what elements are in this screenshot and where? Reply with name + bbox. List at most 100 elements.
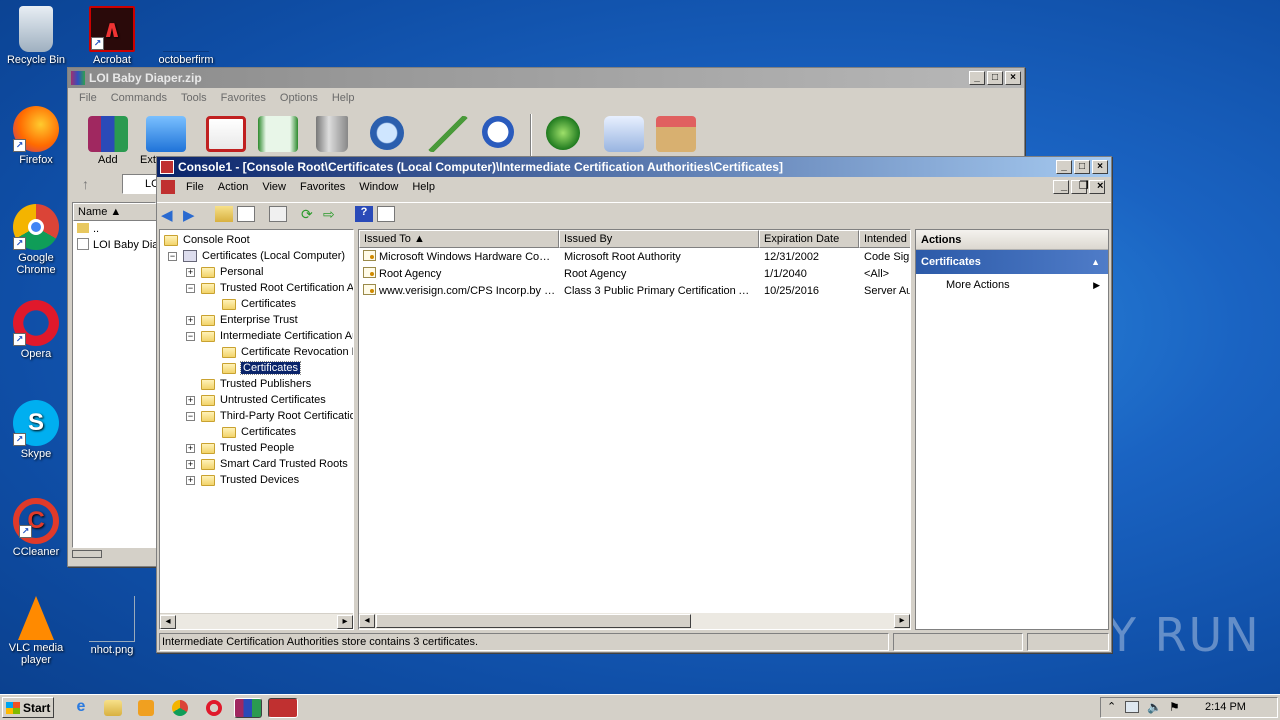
menu-file[interactable]: File (72, 92, 104, 104)
column-name-header[interactable]: Name ▲ (73, 203, 157, 221)
collapse-icon[interactable]: − (186, 411, 195, 421)
wizard-icon[interactable] (428, 116, 468, 152)
explorer-icon[interactable] (104, 700, 122, 716)
refresh-icon[interactable]: ⟳ (301, 206, 319, 222)
menu-file[interactable]: File (179, 181, 211, 193)
up-folder-button[interactable]: ↑ (82, 176, 89, 192)
child-minimize-button[interactable]: _ (1053, 180, 1069, 194)
more-actions-item[interactable]: More Actions ▶ (916, 274, 1108, 296)
desktop-icon-acrobat[interactable]: ∧ ↗ Acrobat (76, 6, 148, 66)
clock[interactable]: 2:14 PM (1205, 701, 1246, 713)
collapse-icon[interactable]: − (186, 283, 195, 293)
ie-icon[interactable]: e (70, 698, 92, 718)
up-level-icon[interactable] (215, 206, 233, 222)
forward-arrow-icon[interactable]: ▶ (183, 206, 201, 224)
file-row[interactable]: LOI Baby Dia (77, 237, 158, 254)
sfx-icon[interactable] (656, 116, 696, 152)
volume-icon[interactable]: 🔈 (1147, 700, 1162, 714)
expand-icon[interactable]: + (186, 459, 195, 469)
add-button-label[interactable]: Add (98, 154, 118, 166)
tree-item[interactable]: Certificates (222, 360, 302, 376)
tree-item[interactable]: + Trusted People (186, 440, 294, 456)
menu-help[interactable]: Help (325, 92, 362, 104)
menu-action[interactable]: Action (211, 181, 256, 193)
tree-item[interactable]: + Smart Card Trusted Roots (186, 456, 348, 472)
scroll-left-arrow[interactable]: ◂ (160, 615, 176, 629)
child-close-button[interactable]: × (1089, 180, 1105, 194)
desktop-icon-skype[interactable]: S ↗ Skype (0, 400, 72, 460)
column-expiration-date[interactable]: Expiration Date (759, 230, 859, 248)
tree-item[interactable]: Certificates (222, 424, 296, 440)
tree-item[interactable]: Certificate Revocation List (222, 344, 353, 360)
desktop-icon-firefox[interactable]: ↗ Firefox (0, 106, 72, 166)
extract-folder-icon[interactable] (146, 116, 186, 152)
expand-icon[interactable]: + (186, 475, 195, 485)
desktop-icon-chrome[interactable]: ↗ Google Chrome (0, 204, 72, 276)
action-pane-icon[interactable] (377, 206, 395, 222)
extract-button-label[interactable]: Ext (140, 154, 156, 166)
collapse-icon[interactable]: − (168, 251, 177, 261)
opera-taskbar-icon[interactable] (206, 700, 222, 716)
network-icon[interactable] (1125, 701, 1139, 713)
close-button[interactable]: × (1092, 160, 1108, 174)
tree-item[interactable]: Trusted Publishers (186, 376, 311, 392)
cert-row-issued-to[interactable]: www.verisign.com/CPS Incorp.by Ref. (363, 283, 557, 300)
menu-window[interactable]: Window (352, 181, 405, 193)
minimize-button[interactable]: _ (1056, 160, 1072, 174)
back-arrow-icon[interactable]: ◀ (161, 206, 179, 224)
tree-item[interactable]: − Intermediate Certification Authorities (186, 328, 353, 344)
actions-section-certificates[interactable]: Certificates ▲ (916, 250, 1108, 274)
tree-item[interactable]: Certificates (222, 296, 296, 312)
media-player-icon[interactable] (138, 700, 154, 716)
delete-icon[interactable] (316, 116, 348, 152)
tree-console-root[interactable]: Console Root (164, 232, 250, 248)
file-list[interactable]: Name ▲ .. LOI Baby Dia (72, 202, 158, 548)
clipboard-icon[interactable] (269, 206, 287, 222)
minimize-button[interactable]: _ (969, 71, 985, 85)
cert-row-issued-to[interactable]: Root Agency (363, 266, 557, 283)
menu-tools[interactable]: Tools (174, 92, 214, 104)
menu-options[interactable]: Options (273, 92, 325, 104)
info-icon[interactable] (482, 116, 514, 148)
close-button[interactable]: × (1005, 71, 1021, 85)
tree-hscrollbar[interactable]: ◂ ▸ (160, 613, 353, 629)
tree-item[interactable]: − Trusted Root Certification Authorities (186, 280, 353, 296)
column-intended[interactable]: Intended (859, 230, 910, 248)
desktop-icon-octoberfirm[interactable]: octoberfirm (150, 6, 222, 66)
tree-item[interactable]: + Personal (186, 264, 263, 280)
menu-commands[interactable]: Commands (104, 92, 174, 104)
desktop-icon-recycle-bin[interactable]: Recycle Bin (0, 6, 72, 66)
scroll-right-arrow[interactable]: ▸ (894, 614, 910, 628)
flag-icon[interactable]: ⚑ (1169, 700, 1180, 714)
desktop-icon-ccleaner[interactable]: C ↗ CCleaner (0, 498, 72, 558)
test-icon[interactable] (206, 116, 246, 152)
expand-icon[interactable]: + (186, 395, 195, 405)
collapse-icon[interactable]: − (186, 331, 195, 341)
menu-favorites[interactable]: Favorites (214, 92, 273, 104)
menu-favorites[interactable]: Favorites (293, 181, 352, 193)
virus-scan-icon[interactable] (546, 116, 580, 150)
comment-icon[interactable] (604, 116, 644, 152)
show-hidden-icons[interactable]: ⌃ (1107, 700, 1116, 713)
column-issued-by[interactable]: Issued By (559, 230, 759, 248)
menu-help[interactable]: Help (405, 181, 442, 193)
file-row[interactable]: .. (77, 221, 99, 238)
menu-view[interactable]: View (255, 181, 293, 193)
winrar-taskbar-button[interactable] (234, 698, 262, 718)
show-hide-tree-icon[interactable] (237, 206, 255, 222)
mmc-taskbar-button[interactable] (268, 698, 298, 718)
column-issued-to[interactable]: Issued To ▲ (359, 230, 559, 248)
results-hscrollbar[interactable]: ◂ ▸ (359, 613, 910, 629)
view-book-icon[interactable] (258, 116, 298, 152)
add-archive-icon[interactable] (88, 116, 128, 152)
scroll-right-arrow[interactable]: ▸ (337, 615, 353, 629)
collapse-up-icon[interactable]: ▲ (1091, 250, 1100, 274)
tree-item[interactable]: − Third-Party Root Certification Authorit… (186, 408, 353, 424)
tree-certificates-local[interactable]: − Certificates (Local Computer) (168, 248, 345, 264)
tree-item[interactable]: + Trusted Devices (186, 472, 299, 488)
expand-icon[interactable]: + (186, 267, 195, 277)
maximize-button[interactable]: □ (1074, 160, 1090, 174)
desktop-icon-opera[interactable]: ↗ Opera (0, 300, 72, 360)
chrome-taskbar-icon[interactable] (172, 700, 188, 716)
scroll-left-arrow[interactable]: ◂ (359, 614, 375, 628)
